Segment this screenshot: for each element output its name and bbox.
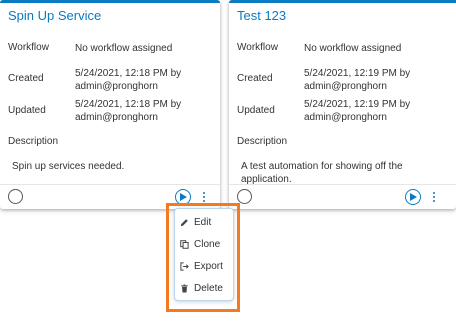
menu-item-label: Export [194, 261, 223, 272]
created-value-line1: 5/24/2021, 12:18 PM by [75, 68, 182, 79]
select-checkbox[interactable] [8, 189, 23, 204]
updated-value-line2: admin@pronghorn [75, 112, 158, 123]
pencil-icon [180, 219, 188, 227]
created-value-line2: admin@pronghorn [304, 81, 387, 92]
copy-icon [180, 240, 189, 249]
card-footer [229, 184, 456, 209]
menu-item-label: Clone [194, 239, 221, 250]
card-title[interactable]: Spin Up Service [8, 8, 101, 23]
created-label: Created [237, 73, 273, 84]
kebab-dot [203, 200, 205, 202]
kebab-menu-icon [203, 192, 205, 194]
description-label: Description [237, 136, 288, 147]
description-text-line1: Spin up services needed. [12, 161, 125, 172]
created-label: Created [8, 73, 44, 84]
trash-icon [181, 284, 188, 293]
menu-item-label: Edit [194, 217, 212, 228]
menu-item-export[interactable]: Export [175, 257, 233, 277]
kebab-dot [203, 196, 205, 198]
export-icon [180, 262, 189, 271]
menu-item-edit[interactable]: Edit [175, 213, 233, 233]
workflow-label: Workflow [237, 42, 278, 53]
workflow-label: Workflow [8, 42, 49, 53]
select-checkbox[interactable] [237, 189, 252, 204]
description-label: Description [8, 136, 59, 147]
play-icon [410, 193, 417, 201]
run-button[interactable] [405, 189, 421, 205]
automation-card-spin-up-service: Spin Up Service Workflow No workflow ass… [0, 0, 220, 209]
workflow-value: No workflow assigned [75, 43, 173, 54]
more-options-button[interactable] [429, 189, 439, 205]
kebab-dot [433, 196, 435, 198]
workflow-value: No workflow assigned [304, 43, 402, 54]
kebab-menu-icon [433, 192, 435, 194]
updated-label: Updated [237, 105, 275, 116]
updated-value-line1: 5/24/2021, 12:18 PM by [75, 99, 182, 110]
menu-item-delete[interactable]: Delete [175, 279, 233, 299]
created-value-line2: admin@pronghorn [75, 81, 158, 92]
menu-item-clone[interactable]: Clone [175, 235, 233, 255]
menu-item-label: Delete [194, 283, 223, 294]
card-title[interactable]: Test 123 [237, 8, 286, 23]
play-icon [180, 193, 187, 201]
kebab-dot [433, 200, 435, 202]
updated-value-line1: 5/24/2021, 12:19 PM by [304, 99, 411, 110]
updated-value-line2: admin@pronghorn [304, 112, 387, 123]
automation-card-test-123: Test 123 Workflow No workflow assigned C… [229, 0, 456, 209]
context-menu: Edit Clone Export Delete [174, 208, 234, 301]
updated-label: Updated [8, 105, 46, 116]
created-value-line1: 5/24/2021, 12:19 PM by [304, 68, 411, 79]
description-text-line1: A test automation for showing off the [241, 161, 403, 172]
